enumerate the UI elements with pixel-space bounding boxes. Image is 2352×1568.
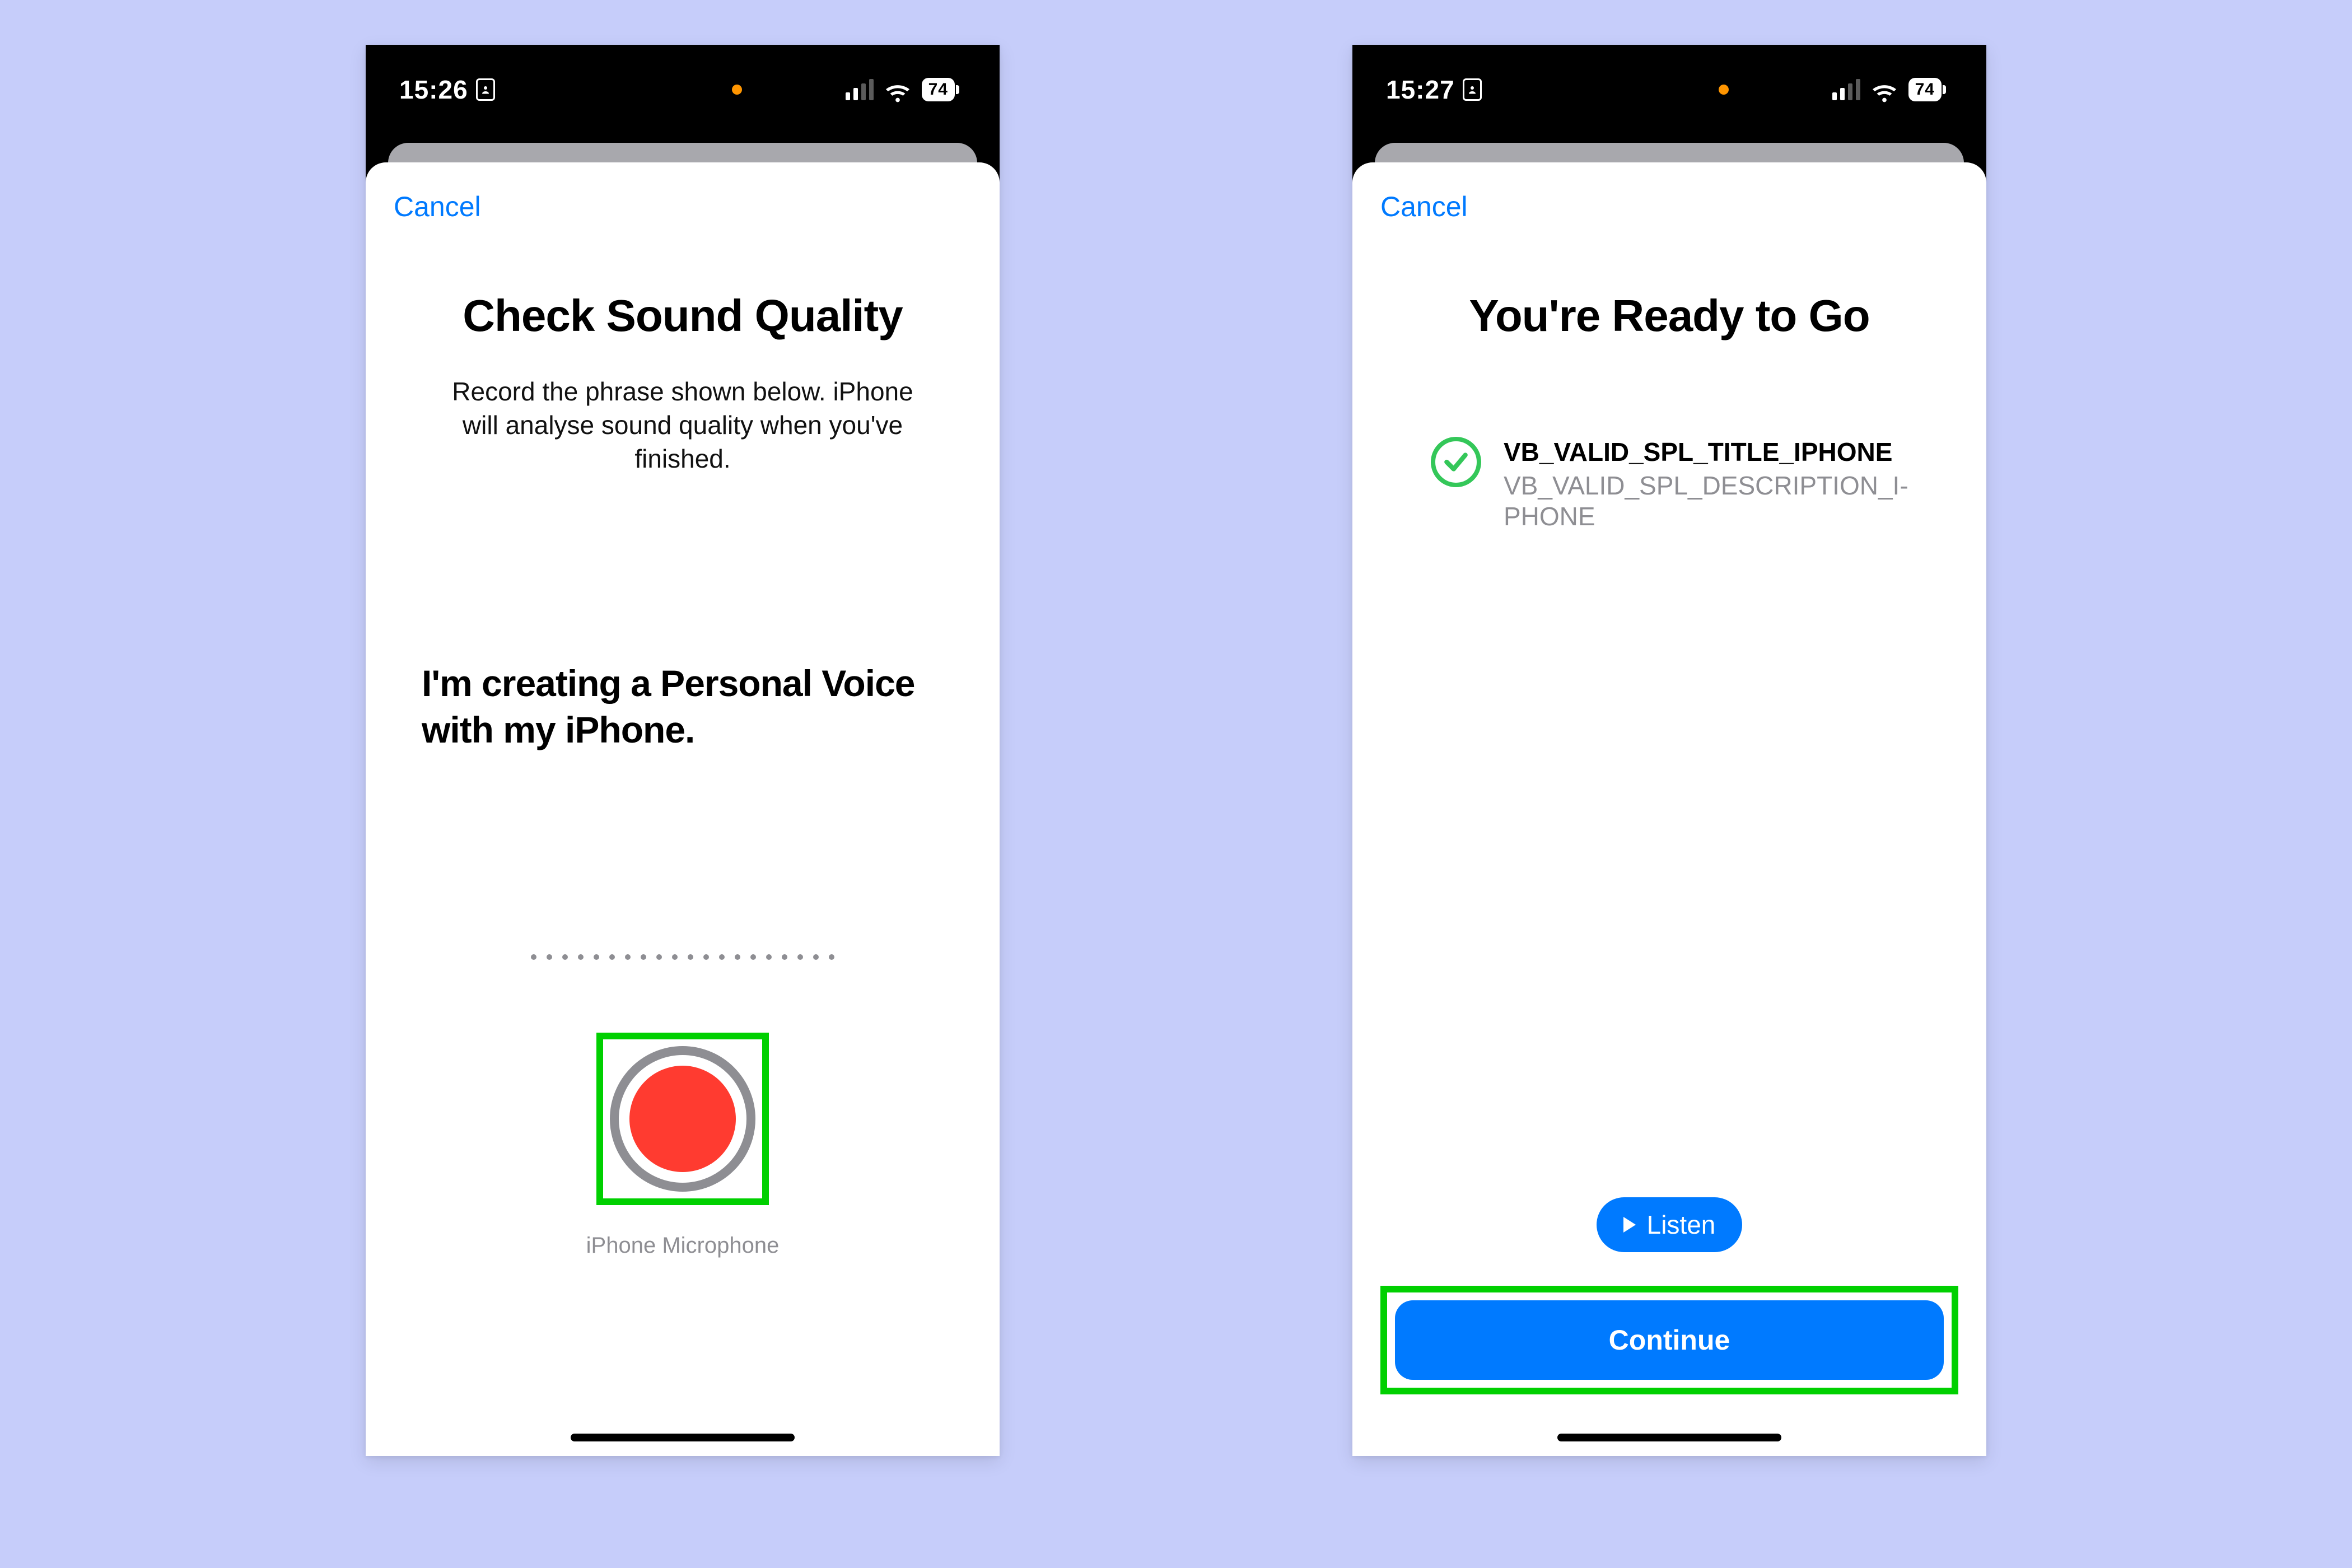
page-title: Check Sound Quality (394, 290, 972, 342)
battery-icon: 74 (922, 78, 955, 101)
contact-card-icon (1463, 78, 1482, 101)
checkmark-circle-icon (1431, 437, 1481, 487)
home-indicator[interactable] (571, 1434, 795, 1441)
page-subtitle: Record the phrase shown below. iPhone wi… (433, 375, 932, 475)
status-time: 15:26 (399, 74, 468, 105)
modal-sheet: Cancel Check Sound Quality Record the ph… (366, 162, 1000, 1456)
status-bar: 15:26 74 (366, 45, 1000, 134)
waveform-placeholder (394, 954, 972, 960)
wifi-icon (885, 80, 911, 100)
tutorial-highlight-box: Continue (1380, 1286, 1958, 1394)
phone-screenshot-right: 15:27 74 Cancel You're Ready to Go VB_VA… (1352, 45, 1986, 1456)
cellular-signal-icon (846, 79, 874, 100)
listen-button-label: Listen (1647, 1210, 1716, 1240)
microphone-source-label: iPhone Microphone (394, 1233, 972, 1258)
cancel-button[interactable]: Cancel (394, 190, 972, 223)
continue-button[interactable]: Continue (1395, 1300, 1944, 1380)
contact-card-icon (476, 78, 495, 101)
play-icon (1623, 1217, 1636, 1233)
cancel-button[interactable]: Cancel (1380, 190, 1958, 223)
status-time-group: 15:26 (399, 74, 495, 105)
page-title: You're Ready to Go (1380, 290, 1958, 342)
home-indicator[interactable] (1557, 1434, 1781, 1441)
recording-indicator-dot (732, 85, 742, 95)
tutorial-highlight-box (596, 1033, 769, 1205)
record-icon (629, 1066, 736, 1172)
record-button[interactable] (610, 1046, 755, 1192)
modal-sheet: Cancel You're Ready to Go VB_VALID_SPL_T… (1352, 162, 1986, 1456)
status-right-group: 74 (846, 78, 955, 101)
phone-screenshot-left: 15:26 74 Cancel Check Sound Quality Reco… (366, 45, 1000, 1456)
cellular-signal-icon (1832, 79, 1860, 100)
validation-row: VB_VALID_SPL_TITLE_IPHONE VB_VALID_SPL_D… (1431, 437, 1908, 532)
validation-description: VB_VALID_SPL_DESCRIPTION_I-PHONE (1504, 470, 1908, 532)
status-time: 15:27 (1386, 74, 1455, 105)
wifi-icon (1872, 80, 1897, 100)
status-time-group: 15:27 (1386, 74, 1482, 105)
listen-button[interactable]: Listen (1597, 1197, 1743, 1252)
validation-title: VB_VALID_SPL_TITLE_IPHONE (1504, 437, 1908, 467)
recording-phrase: I'm creating a Personal Voice with my iP… (422, 660, 944, 753)
status-right-group: 74 (1832, 78, 1942, 101)
recording-indicator-dot (1719, 85, 1729, 95)
battery-icon: 74 (1908, 78, 1942, 101)
status-bar: 15:27 74 (1352, 45, 1986, 134)
